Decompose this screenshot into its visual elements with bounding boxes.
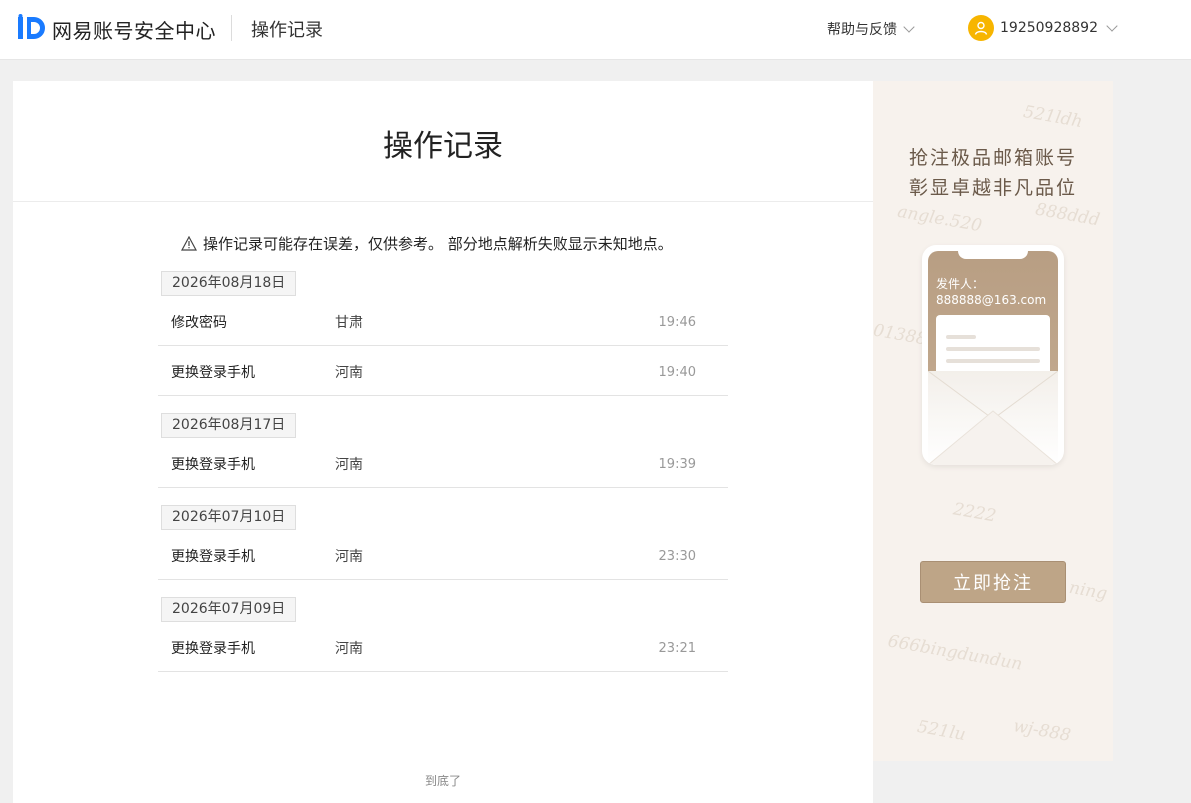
operation-type: 更换登录手机: [171, 641, 255, 657]
ad-headline-2: 彰显卓越非凡品位: [908, 177, 1077, 199]
record-group: 2026年08月18日 修改密码 甘肃 19:46 更换登录手机 河南 19:4…: [158, 271, 728, 396]
ad-watermark: 521lu: [915, 716, 968, 746]
operation-type: 更换登录手机: [171, 549, 255, 565]
ad-watermark: 01388: [873, 320, 929, 350]
operation-type: 更换登录手机: [171, 457, 255, 473]
record-row: 更换登录手机 河南 19:40: [158, 346, 728, 396]
user-menu[interactable]: 19250928892: [968, 15, 1118, 41]
ad-watermark: wj-888: [1011, 716, 1073, 746]
help-feedback-menu[interactable]: 帮助与反馈: [827, 19, 915, 39]
date-badge: 2026年08月18日: [161, 271, 297, 296]
phone-illustration: 发件人： 888888@163.com: [922, 245, 1064, 465]
page-tab-title: 操作记录: [251, 20, 323, 41]
register-now-button[interactable]: 立即抢注: [920, 561, 1066, 603]
ad-watermark: angle.520: [895, 201, 984, 237]
record-list: 2026年08月18日 修改密码 甘肃 19:46 更换登录手机 河南 19:4…: [158, 271, 728, 672]
operation-time: 23:21: [658, 641, 696, 656]
operation-time: 19:39: [658, 457, 696, 472]
avatar: [968, 15, 994, 41]
ad-watermark: 666bingdundun: [886, 631, 1024, 675]
warning-icon: [181, 236, 197, 251]
help-feedback-label: 帮助与反馈: [827, 22, 897, 38]
date-badge: 2026年08月17日: [161, 413, 297, 438]
ad-watermark: 2222: [951, 499, 998, 527]
operation-type: 修改密码: [171, 315, 227, 331]
chevron-down-icon: [1106, 20, 1118, 32]
chevron-down-icon: [903, 21, 915, 33]
operation-location: 河南: [335, 549, 363, 565]
operation-location: 河南: [335, 641, 363, 657]
operation-records-panel: 操作记录 操作记录可能存在误差，仅供参考。 部分地点解析失败显示未知地点。 20…: [13, 81, 873, 803]
user-phone: 19250928892: [1000, 20, 1098, 36]
user-icon: [974, 21, 988, 35]
page-title: 操作记录: [383, 129, 503, 164]
record-group: 2026年08月17日 更换登录手机 河南 19:39: [158, 413, 728, 488]
premium-email-ad[interactable]: 521ldh angle.520 888ddd 01388 2222 666bi…: [873, 81, 1113, 761]
notice-message: 操作记录可能存在误差，仅供参考。 部分地点解析失败显示未知地点。: [181, 233, 673, 254]
operation-location: 甘肃: [335, 315, 363, 331]
operation-location: 河南: [335, 365, 363, 381]
operation-time: 19:40: [658, 365, 696, 380]
title-divider: [13, 201, 873, 202]
phone-notch: [958, 245, 1028, 259]
operation-time: 19:46: [658, 315, 696, 330]
ad-watermark: 888ddd: [1033, 199, 1102, 231]
top-header: 网易账号安全中心 操作记录 帮助与反馈 19250928892: [0, 0, 1191, 60]
operation-time: 23:30: [658, 549, 696, 564]
netease-id-logo[interactable]: [16, 14, 48, 42]
operation-location: 河南: [335, 457, 363, 473]
operation-type: 更换登录手机: [171, 365, 255, 381]
date-badge: 2026年07月10日: [161, 505, 297, 530]
record-row: 更换登录手机 河南 23:30: [158, 530, 728, 580]
brand-name: 网易账号安全中心: [52, 19, 216, 43]
record-group: 2026年07月10日 更换登录手机 河南 23:30: [158, 505, 728, 580]
sender-label: 发件人：: [936, 277, 985, 291]
date-badge: 2026年07月09日: [161, 597, 297, 622]
envelope-icon: [927, 370, 1059, 465]
record-row: 修改密码 甘肃 19:46: [158, 296, 728, 346]
end-of-list-text: 到底了: [424, 774, 461, 788]
sender-address: 888888@163.com: [936, 293, 1047, 307]
ad-watermark: 521ldh: [1021, 101, 1085, 133]
record-group: 2026年07月09日 更换登录手机 河南 23:21: [158, 597, 728, 672]
brand-separator: [231, 15, 232, 41]
ad-headline-1: 抢注极品邮箱账号: [908, 147, 1077, 169]
record-row: 更换登录手机 河南 19:39: [158, 438, 728, 488]
phone-screen: 发件人： 888888@163.com: [927, 251, 1059, 465]
ad-watermark: ning: [1067, 577, 1109, 605]
envelope-illustration: [927, 370, 1059, 465]
record-row: 更换登录手机 河南 23:21: [158, 622, 728, 672]
notice-text: 操作记录可能存在误差，仅供参考。 部分地点解析失败显示未知地点。: [203, 235, 673, 253]
